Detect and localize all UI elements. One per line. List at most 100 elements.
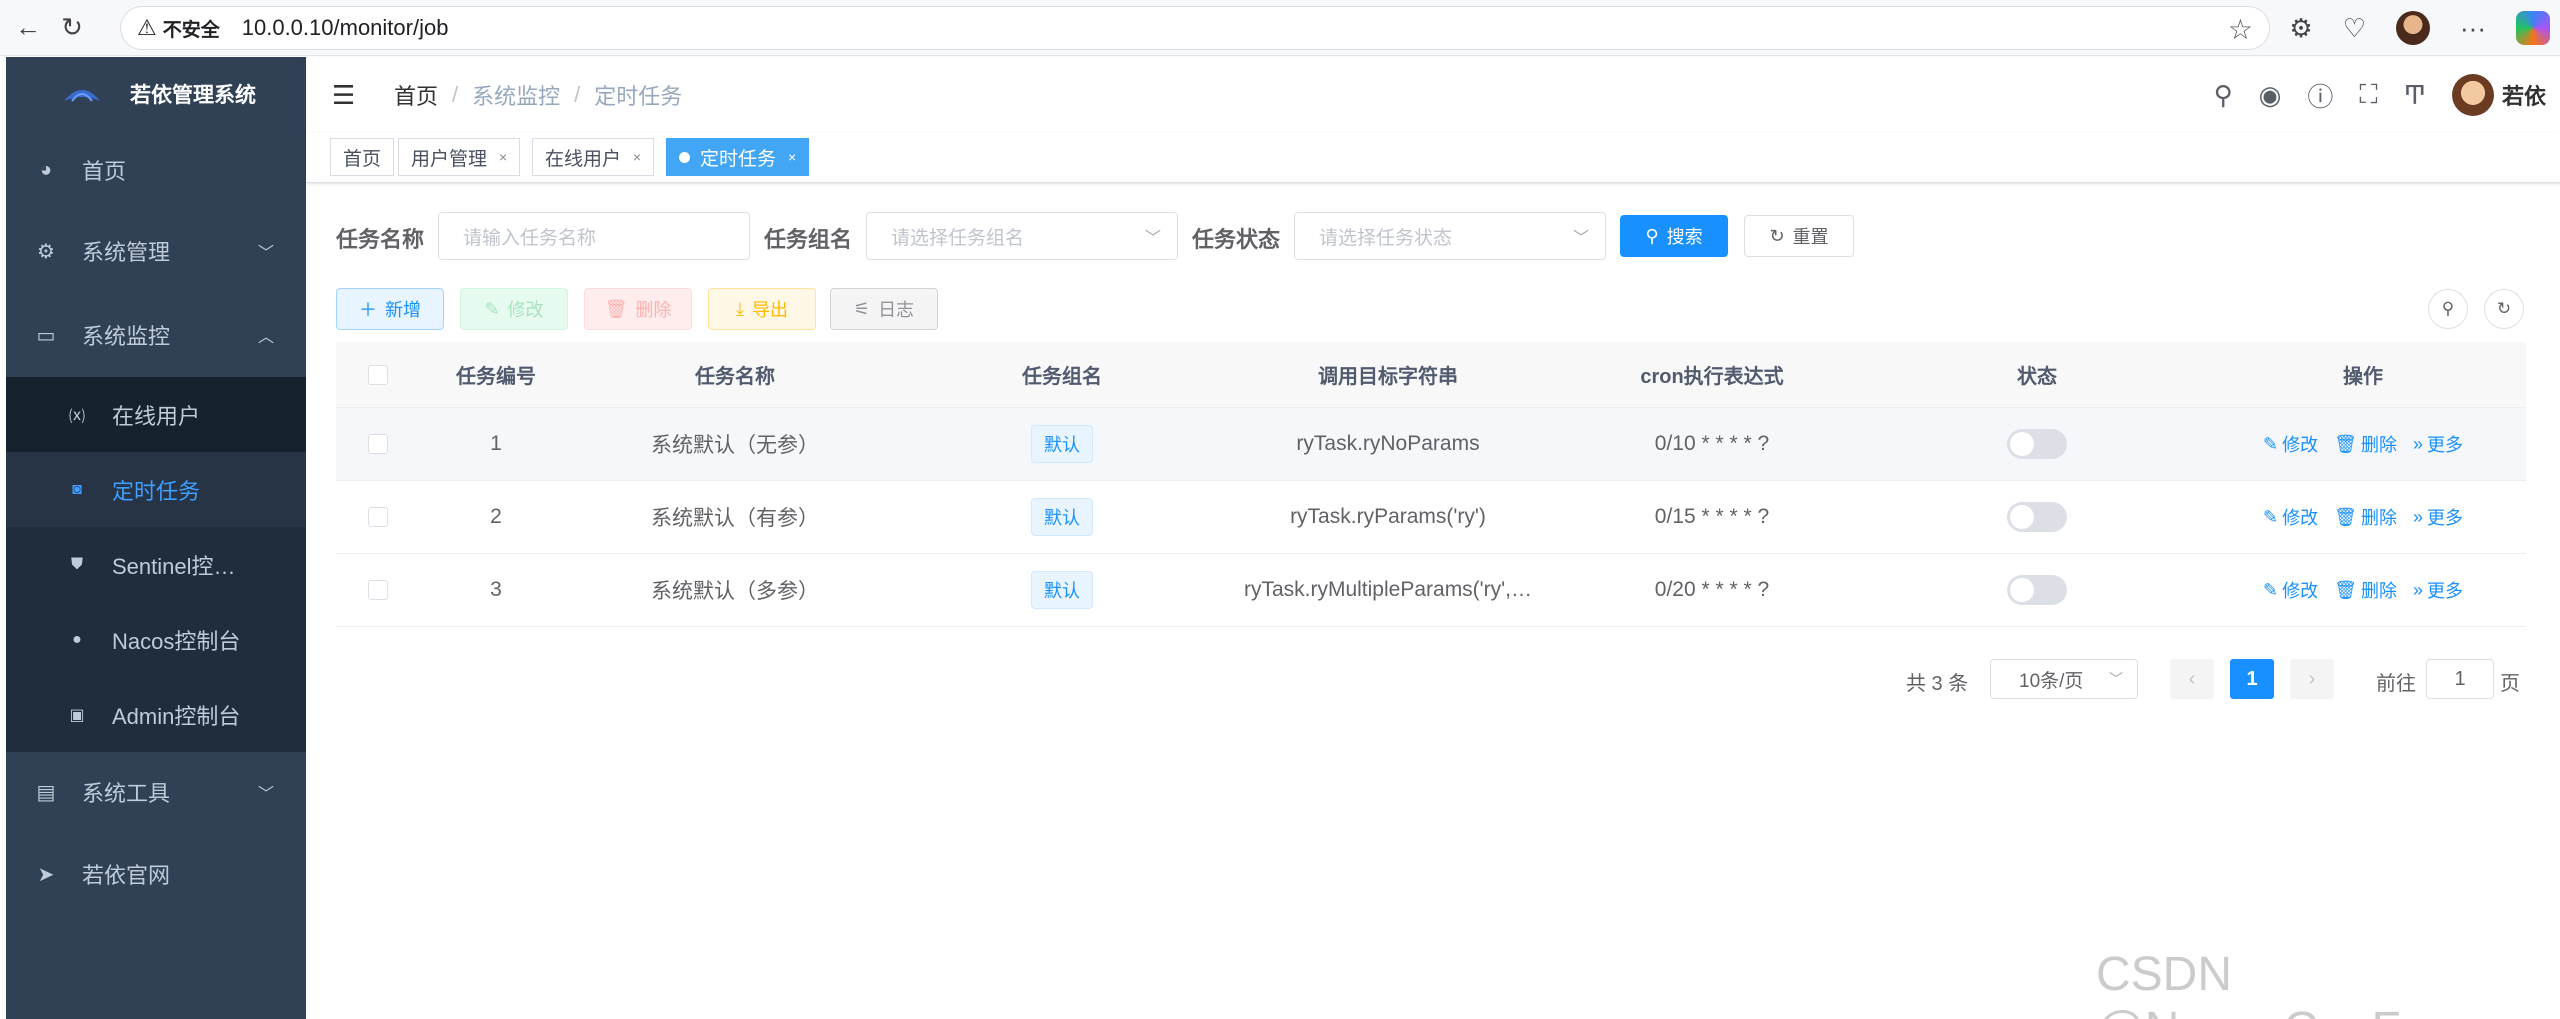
sidebar-logo[interactable]: 若依管理系统 [6,57,306,131]
monitor-submenu: ⒳ 在线用户 ◙ 定时任务 ⛊ Sentinel控… ● Nacos控制台 ▣ … [6,377,306,752]
toggle-search-button[interactable]: ⚲ [2428,289,2468,329]
table-row[interactable]: 2 系统默认（有参） 默认 ryTask.ryParams('ry') 0/15… [336,481,2526,554]
close-icon[interactable]: × [633,149,641,165]
github-icon[interactable]: ◉ [2259,80,2282,111]
health-icon[interactable]: ♡ [2343,13,2366,44]
table-header: 任务编号 任务名称 任务组名 调用目标字符串 cron执行表达式 状态 操作 [336,342,2526,408]
job-id-cell: 2 [490,505,502,528]
logo-icon [62,82,102,106]
sidebar-item-home[interactable]: ◕ 首页 [6,131,306,209]
sidebar-item-online-users[interactable]: ⒳ 在线用户 [6,377,306,452]
page-number-current[interactable]: 1 [2230,659,2274,699]
row-more-link[interactable]: » 更多 [2413,504,2463,530]
job-name-input[interactable]: 请输入任务名称 [438,212,750,260]
sidebar-item-website[interactable]: ➤ 若依官网 [6,832,306,916]
sidebar-item-job[interactable]: ◙ 定时任务 [6,452,306,527]
sidebar-item-label: 首页 [82,159,127,184]
sidebar-item-label: Sentinel控… [112,553,236,579]
user-name[interactable]: 若依 [2502,79,2546,111]
row-edit-link[interactable]: ✎ 修改 [2263,504,2318,530]
row-more-link[interactable]: » 更多 [2413,431,2463,457]
tab-online-users[interactable]: 在线用户 × [532,138,655,176]
reload-icon[interactable]: ↻ [56,12,88,44]
trash-icon: 🗑 [2334,579,2357,600]
tab-home[interactable]: 首页 [330,138,395,176]
bookmark-star-icon[interactable]: ☆ [2228,13,2253,46]
row-checkbox[interactable] [368,507,388,527]
breadcrumb-item-home[interactable]: 首页 [394,79,438,111]
next-page-button[interactable]: › [2290,659,2334,699]
select-all-checkbox[interactable] [368,364,388,385]
insecure-label: 不安全 [162,19,220,41]
group-tag: 默认 [1031,425,1093,463]
log-button[interactable]: ⚟ 日志 [830,288,938,330]
sidebar-item-tools[interactable]: ▤ 系统工具 ﹀ [6,752,306,832]
column-header: 调用目标字符串 [1318,366,1458,388]
edit-icon: ✎ [2263,579,2279,600]
row-delete-link[interactable]: 🗑 删除 [2334,504,2397,530]
hamburger-icon[interactable]: ☰ [332,82,360,108]
chevron-up-icon: ︿ [257,329,274,346]
group-tag: 默认 [1031,498,1093,536]
row-edit-link[interactable]: ✎ 修改 [2263,577,2318,603]
breadcrumb-separator: / [574,82,581,107]
status-cell [1874,429,2200,459]
export-button[interactable]: ⤓ 导出 [708,288,816,330]
cron-cell: 0/15 * * * * ? [1654,505,1770,528]
copilot-icon[interactable] [2516,11,2550,45]
job-status-select[interactable]: 请选择任务状态 ﹀ [1294,212,1606,260]
chevron-down-icon: ﹀ [2109,671,2123,687]
row-edit-link[interactable]: ✎ 修改 [2263,431,2318,457]
sidebar-item-monitor[interactable]: ▭ 系统监控 ︿ [6,293,306,377]
add-button[interactable]: ＋ 新增 [336,288,444,330]
monitor-icon: ▭ [36,324,56,347]
tab-user-management[interactable]: 用户管理 × [398,138,521,176]
table-row[interactable]: 1 系统默认（无参） 默认 ryTask.ryNoParams 0/10 * *… [336,408,2526,481]
goto-page-input[interactable]: 1 [2426,659,2494,699]
double-chevron-right-icon: » [2412,579,2423,600]
cron-cell: 0/10 * * * * ? [1654,432,1770,455]
fullscreen-icon[interactable]: ⛶ [2359,79,2377,111]
row-checkbox[interactable] [368,434,388,454]
column-header: 操作 [2343,366,2383,388]
sidebar-item-sentinel[interactable]: ⛊ Sentinel控… [6,527,306,602]
status-switch[interactable] [2007,429,2067,459]
search-button[interactable]: ⚲ 搜索 [1620,215,1728,257]
sidebar-title: 若依管理系统 [130,84,256,107]
reset-button[interactable]: ↻ 重置 [1744,215,1854,257]
close-icon[interactable]: × [499,149,507,165]
job-group-select[interactable]: 请选择任务组名 ﹀ [866,212,1178,260]
prev-page-button[interactable]: ‹ [2170,659,2214,699]
sidebar-item-nacos[interactable]: ● Nacos控制台 [6,602,306,677]
sidebar-item-system[interactable]: ⚙ 系统管理 ﹀ [6,209,306,293]
row-checkbox[interactable] [368,580,388,600]
search-icon[interactable]: ⚲ [2214,80,2233,111]
delete-button[interactable]: 🗑 删除 [584,288,692,330]
status-switch[interactable] [2007,502,2067,532]
edit-button-label: 修改 [507,300,544,320]
font-size-icon[interactable]: Ͳ [2404,80,2426,111]
close-icon[interactable]: × [788,149,796,165]
pagination-total: 共 3 条 [1906,673,1969,695]
column-header: 状态 [2017,366,2057,388]
refresh-button[interactable]: ↻ [2484,289,2524,329]
browser-profile-avatar[interactable] [2396,11,2431,45]
tab-job[interactable]: 定时任务 × [666,138,810,176]
more-menu-icon[interactable]: ··· [2460,13,2486,44]
sentinel-icon: ⛊ [70,555,83,573]
status-switch[interactable] [2007,575,2067,605]
extensions-icon[interactable]: ⚙ [2289,13,2312,44]
help-icon[interactable]: ⓘ [2307,77,2333,114]
row-edit-label: 修改 [2282,581,2319,601]
ops-cell: ✎ 修改 🗑 删除 » 更多 [2200,577,2526,603]
row-delete-link[interactable]: 🗑 删除 [2334,431,2397,457]
address-bar[interactable]: ⚠ 不安全 10.0.0.10/monitor/job ☆ [120,6,2270,50]
edit-button[interactable]: ✎ 修改 [460,288,568,330]
row-delete-link[interactable]: 🗑 删除 [2334,577,2397,603]
table-row[interactable]: 3 系统默认（多参） 默认 ryTask.ryMultipleParams('r… [336,554,2526,627]
page-size-select[interactable]: 10条/页 ﹀ [1990,659,2138,699]
sidebar-item-admin[interactable]: ▣ Admin控制台 [6,677,306,752]
back-icon[interactable]: ← [12,12,44,44]
row-more-link[interactable]: » 更多 [2413,577,2463,603]
avatar[interactable] [2451,74,2494,116]
